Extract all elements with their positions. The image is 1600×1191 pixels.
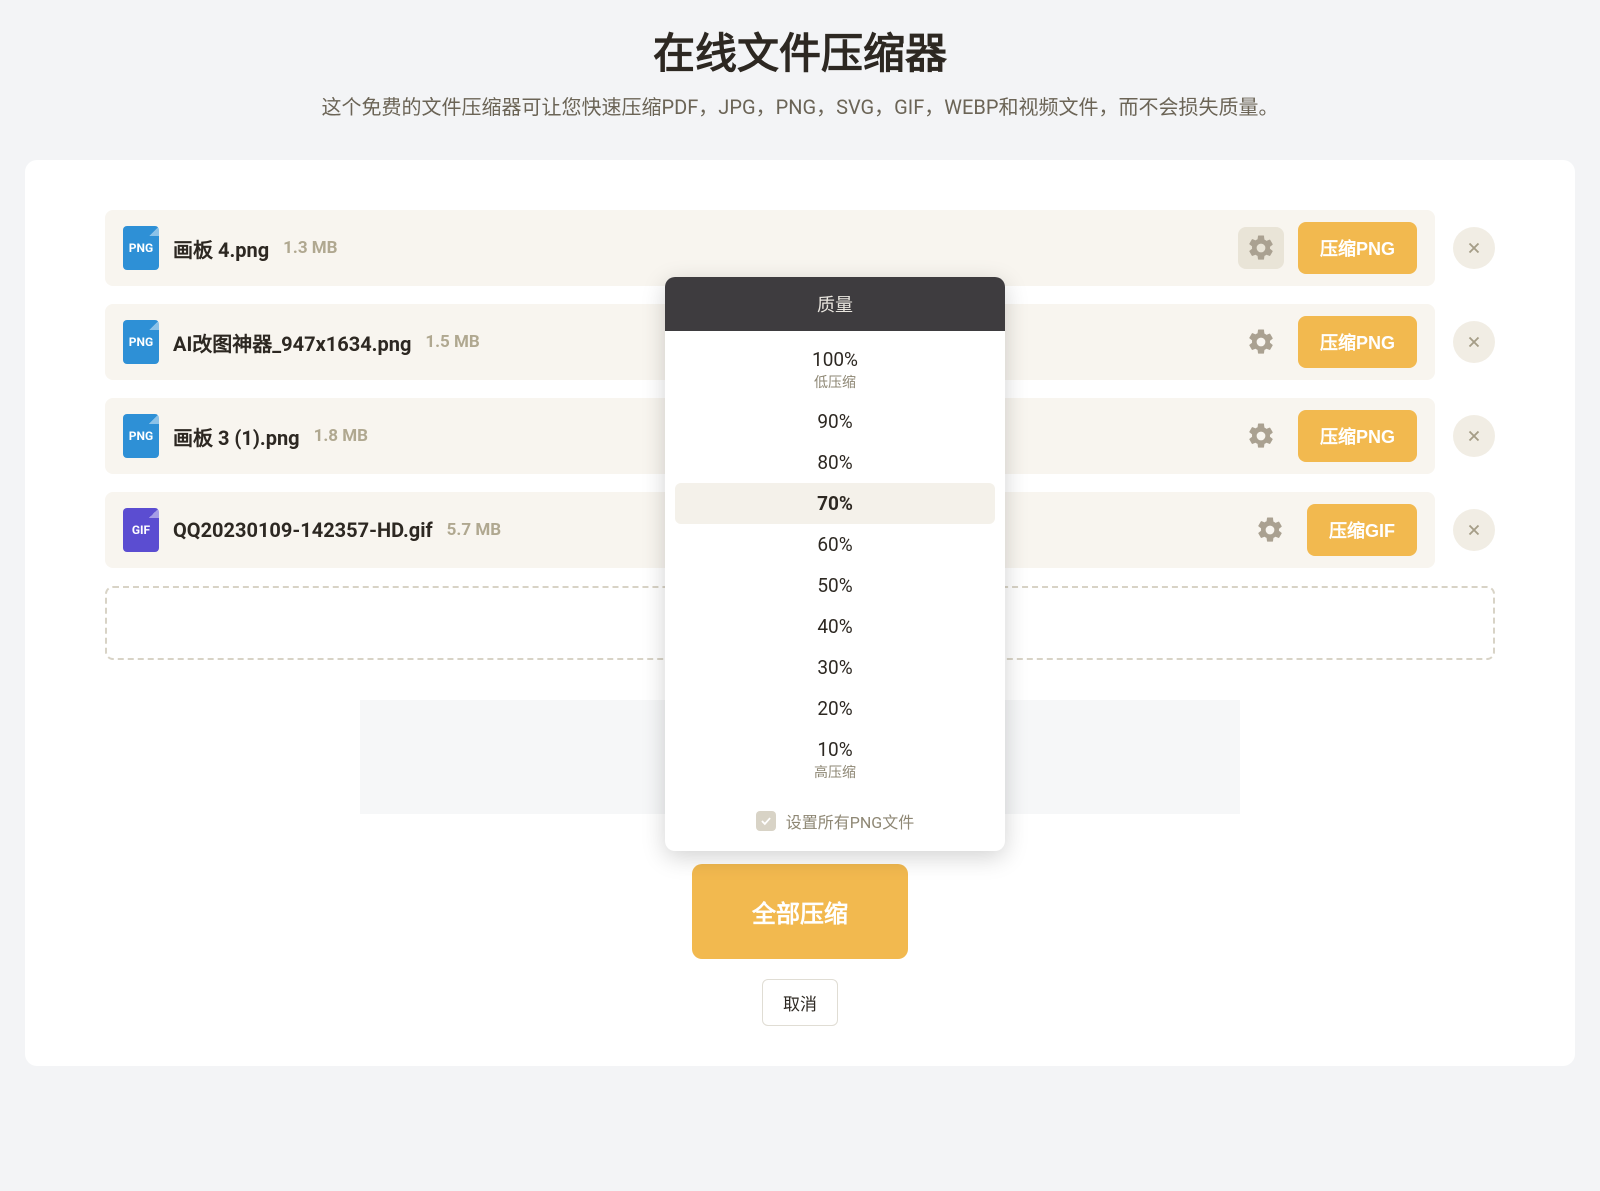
cancel-button[interactable]: 取消: [762, 979, 838, 1026]
file-name: QQ20230109-142357-HD.gif: [173, 518, 433, 542]
quality-value: 80%: [675, 451, 995, 474]
quality-option[interactable]: 20%: [675, 688, 995, 729]
quality-option[interactable]: 70%: [675, 483, 995, 524]
main-panel: PNG 画板 4.png 1.3 MB 压缩PNG PNG AI改图神器_947x1634…: [25, 160, 1575, 1066]
quality-value: 60%: [675, 533, 995, 556]
quality-option[interactable]: 100%低压缩: [675, 339, 995, 401]
quality-option[interactable]: 50%: [675, 565, 995, 606]
quality-option[interactable]: 90%: [675, 401, 995, 442]
png-file-icon: PNG: [123, 414, 159, 458]
quality-value: 50%: [675, 574, 995, 597]
quality-value: 20%: [675, 697, 995, 720]
quality-value: 100%: [675, 348, 995, 371]
apply-all-label: 设置所有PNG文件: [786, 809, 914, 833]
file-name: 画板 3 (1).png: [173, 422, 300, 451]
quality-options: 100%低压缩 90% 80% 70% 60% 50% 40% 30% 20% 10%高压缩: [665, 331, 1005, 795]
settings-button[interactable]: [1238, 321, 1284, 363]
quality-value: 30%: [675, 656, 995, 679]
remove-file-button[interactable]: [1453, 227, 1495, 269]
quality-value: 40%: [675, 615, 995, 638]
quality-option[interactable]: 60%: [675, 524, 995, 565]
file-name: AI改图神器_947x1634.png: [173, 328, 411, 357]
compress-button[interactable]: 压缩GIF: [1307, 504, 1417, 556]
file-card: PNG 画板 4.png 1.3 MB 压缩PNG: [105, 210, 1435, 286]
apply-all-toggle[interactable]: 设置所有PNG文件: [665, 795, 1005, 851]
png-file-icon: PNG: [123, 226, 159, 270]
compress-button[interactable]: 压缩PNG: [1298, 222, 1417, 274]
quality-popup: 质量 100%低压缩 90% 80% 70% 60% 50% 40% 30% 20% 10%高压缩…: [665, 277, 1005, 851]
png-file-icon: PNG: [123, 320, 159, 364]
compress-all-button[interactable]: 全部压缩: [692, 864, 908, 959]
quality-value: 90%: [675, 410, 995, 433]
compress-button[interactable]: 压缩PNG: [1298, 410, 1417, 462]
remove-file-button[interactable]: [1453, 509, 1495, 551]
quality-option[interactable]: 30%: [675, 647, 995, 688]
remove-file-button[interactable]: [1453, 321, 1495, 363]
page-subtitle: 这个免费的文件压缩器可让您快速压缩PDF，JPG，PNG，SVG，GIF，WEB…: [0, 91, 1600, 120]
file-size: 5.7 MB: [447, 520, 501, 540]
checkbox-icon: [756, 811, 776, 831]
quality-value: 70%: [675, 492, 995, 515]
quality-header: 质量: [665, 277, 1005, 331]
file-size: 1.3 MB: [283, 238, 337, 258]
file-row: PNG 画板 4.png 1.3 MB 压缩PNG: [105, 210, 1495, 286]
compress-button[interactable]: 压缩PNG: [1298, 316, 1417, 368]
settings-button[interactable]: [1238, 415, 1284, 457]
quality-option[interactable]: 40%: [675, 606, 995, 647]
settings-button[interactable]: [1238, 227, 1284, 269]
file-name: 画板 4.png: [173, 234, 269, 263]
quality-sublabel: 低压缩: [675, 372, 995, 392]
file-size: 1.5 MB: [425, 332, 479, 352]
quality-option[interactable]: 10%高压缩: [675, 729, 995, 791]
file-size: 1.8 MB: [314, 426, 368, 446]
quality-value: 10%: [675, 738, 995, 761]
quality-sublabel: 高压缩: [675, 762, 995, 782]
page-title: 在线文件压缩器: [0, 20, 1600, 81]
settings-button[interactable]: [1247, 509, 1293, 551]
quality-option[interactable]: 80%: [675, 442, 995, 483]
gif-file-icon: GIF: [123, 508, 159, 552]
remove-file-button[interactable]: [1453, 415, 1495, 457]
